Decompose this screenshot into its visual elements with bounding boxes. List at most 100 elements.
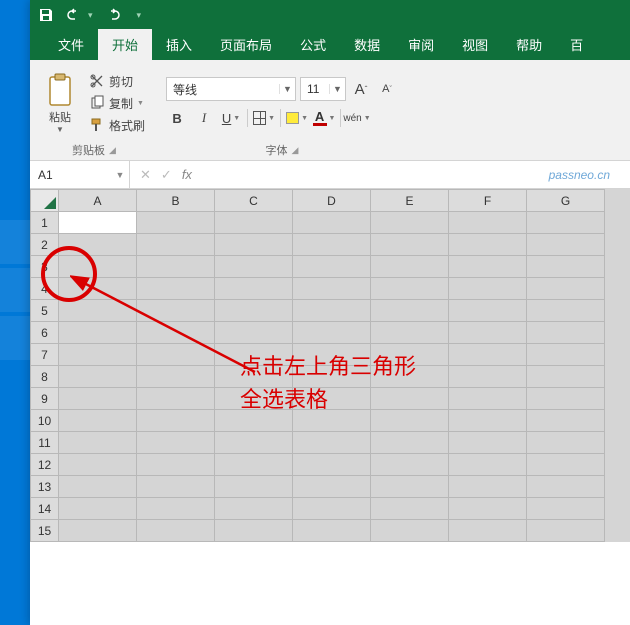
- cell[interactable]: [293, 234, 371, 256]
- chevron-down-icon[interactable]: ▼: [279, 84, 295, 94]
- format-painter-button[interactable]: 格式刷: [86, 116, 148, 135]
- cell[interactable]: [527, 212, 605, 234]
- cell[interactable]: [215, 432, 293, 454]
- decrease-font-button[interactable]: Aˇ: [376, 78, 398, 100]
- cell[interactable]: [59, 212, 137, 234]
- column-header[interactable]: B: [137, 190, 215, 212]
- cell[interactable]: [137, 388, 215, 410]
- cell[interactable]: [59, 454, 137, 476]
- cell[interactable]: [59, 498, 137, 520]
- row-header[interactable]: 15: [31, 520, 59, 542]
- cell[interactable]: [527, 300, 605, 322]
- dialog-launcher-icon[interactable]: ◢: [109, 145, 116, 156]
- cell[interactable]: [371, 256, 449, 278]
- qat-customize-icon[interactable]: ▾: [137, 10, 142, 21]
- redo-icon[interactable]: [105, 7, 121, 23]
- cell[interactable]: [137, 454, 215, 476]
- taskbar-item[interactable]: [0, 268, 30, 312]
- row-header[interactable]: 14: [31, 498, 59, 520]
- cell[interactable]: [449, 410, 527, 432]
- confirm-icon[interactable]: ✓: [161, 167, 172, 183]
- cell[interactable]: [215, 300, 293, 322]
- cell[interactable]: [449, 388, 527, 410]
- row-header[interactable]: 3: [31, 256, 59, 278]
- cell[interactable]: [449, 498, 527, 520]
- cell[interactable]: [449, 476, 527, 498]
- tab-more[interactable]: 百: [556, 29, 597, 60]
- row-header[interactable]: 1: [31, 212, 59, 234]
- row-header[interactable]: 4: [31, 278, 59, 300]
- cell[interactable]: [293, 476, 371, 498]
- cell[interactable]: [59, 476, 137, 498]
- chevron-down-icon[interactable]: ▼: [111, 170, 129, 180]
- cell[interactable]: [527, 322, 605, 344]
- cell[interactable]: [371, 454, 449, 476]
- cell[interactable]: [215, 234, 293, 256]
- cell[interactable]: [293, 432, 371, 454]
- cell[interactable]: [449, 256, 527, 278]
- paste-button[interactable]: 粘贴 ▼: [40, 71, 80, 136]
- cell[interactable]: [527, 366, 605, 388]
- cell[interactable]: [527, 498, 605, 520]
- cell[interactable]: [215, 278, 293, 300]
- cell[interactable]: [137, 366, 215, 388]
- cell[interactable]: [449, 278, 527, 300]
- row-header[interactable]: 12: [31, 454, 59, 476]
- increase-font-button[interactable]: Aˆ: [350, 78, 372, 100]
- cell[interactable]: [59, 300, 137, 322]
- undo-dropdown-icon[interactable]: ▾: [88, 10, 93, 21]
- cell[interactable]: [215, 476, 293, 498]
- bold-button[interactable]: B: [166, 107, 188, 129]
- cell[interactable]: [137, 498, 215, 520]
- cell[interactable]: [527, 476, 605, 498]
- cell[interactable]: [137, 300, 215, 322]
- cell[interactable]: [371, 366, 449, 388]
- row-header[interactable]: 9: [31, 388, 59, 410]
- cell[interactable]: [59, 234, 137, 256]
- cell[interactable]: [59, 278, 137, 300]
- cell[interactable]: [527, 234, 605, 256]
- cell[interactable]: [371, 234, 449, 256]
- cell[interactable]: [371, 476, 449, 498]
- row-header[interactable]: 10: [31, 410, 59, 432]
- cell[interactable]: [137, 212, 215, 234]
- tab-data[interactable]: 数据: [340, 29, 394, 60]
- cell[interactable]: [293, 520, 371, 542]
- cell[interactable]: [527, 256, 605, 278]
- cell[interactable]: [449, 234, 527, 256]
- row-header[interactable]: 11: [31, 432, 59, 454]
- cell[interactable]: [215, 498, 293, 520]
- tab-page-layout[interactable]: 页面布局: [206, 29, 286, 60]
- row-header[interactable]: 7: [31, 344, 59, 366]
- cell[interactable]: [215, 388, 293, 410]
- copy-button[interactable]: 复制 ▼: [86, 94, 148, 113]
- cell[interactable]: [137, 256, 215, 278]
- cell[interactable]: [293, 366, 371, 388]
- cell[interactable]: [293, 212, 371, 234]
- cell[interactable]: [371, 388, 449, 410]
- cell[interactable]: [59, 432, 137, 454]
- tab-insert[interactable]: 插入: [152, 29, 206, 60]
- cell[interactable]: [371, 278, 449, 300]
- cell[interactable]: [137, 234, 215, 256]
- cell[interactable]: [293, 454, 371, 476]
- cell[interactable]: [527, 278, 605, 300]
- cell[interactable]: [293, 256, 371, 278]
- cell[interactable]: [371, 322, 449, 344]
- borders-button[interactable]: ▼: [253, 107, 275, 129]
- cell[interactable]: [371, 498, 449, 520]
- cell[interactable]: [293, 498, 371, 520]
- cell[interactable]: [293, 410, 371, 432]
- cell[interactable]: [449, 300, 527, 322]
- cancel-icon[interactable]: ✕: [140, 167, 151, 183]
- name-box[interactable]: A1 ▼: [30, 161, 130, 188]
- row-header[interactable]: 8: [31, 366, 59, 388]
- cell[interactable]: [215, 410, 293, 432]
- cell[interactable]: [59, 366, 137, 388]
- cell[interactable]: [293, 300, 371, 322]
- cell[interactable]: [293, 344, 371, 366]
- column-header[interactable]: F: [449, 190, 527, 212]
- cell[interactable]: [215, 322, 293, 344]
- cell[interactable]: [527, 388, 605, 410]
- cell[interactable]: [371, 520, 449, 542]
